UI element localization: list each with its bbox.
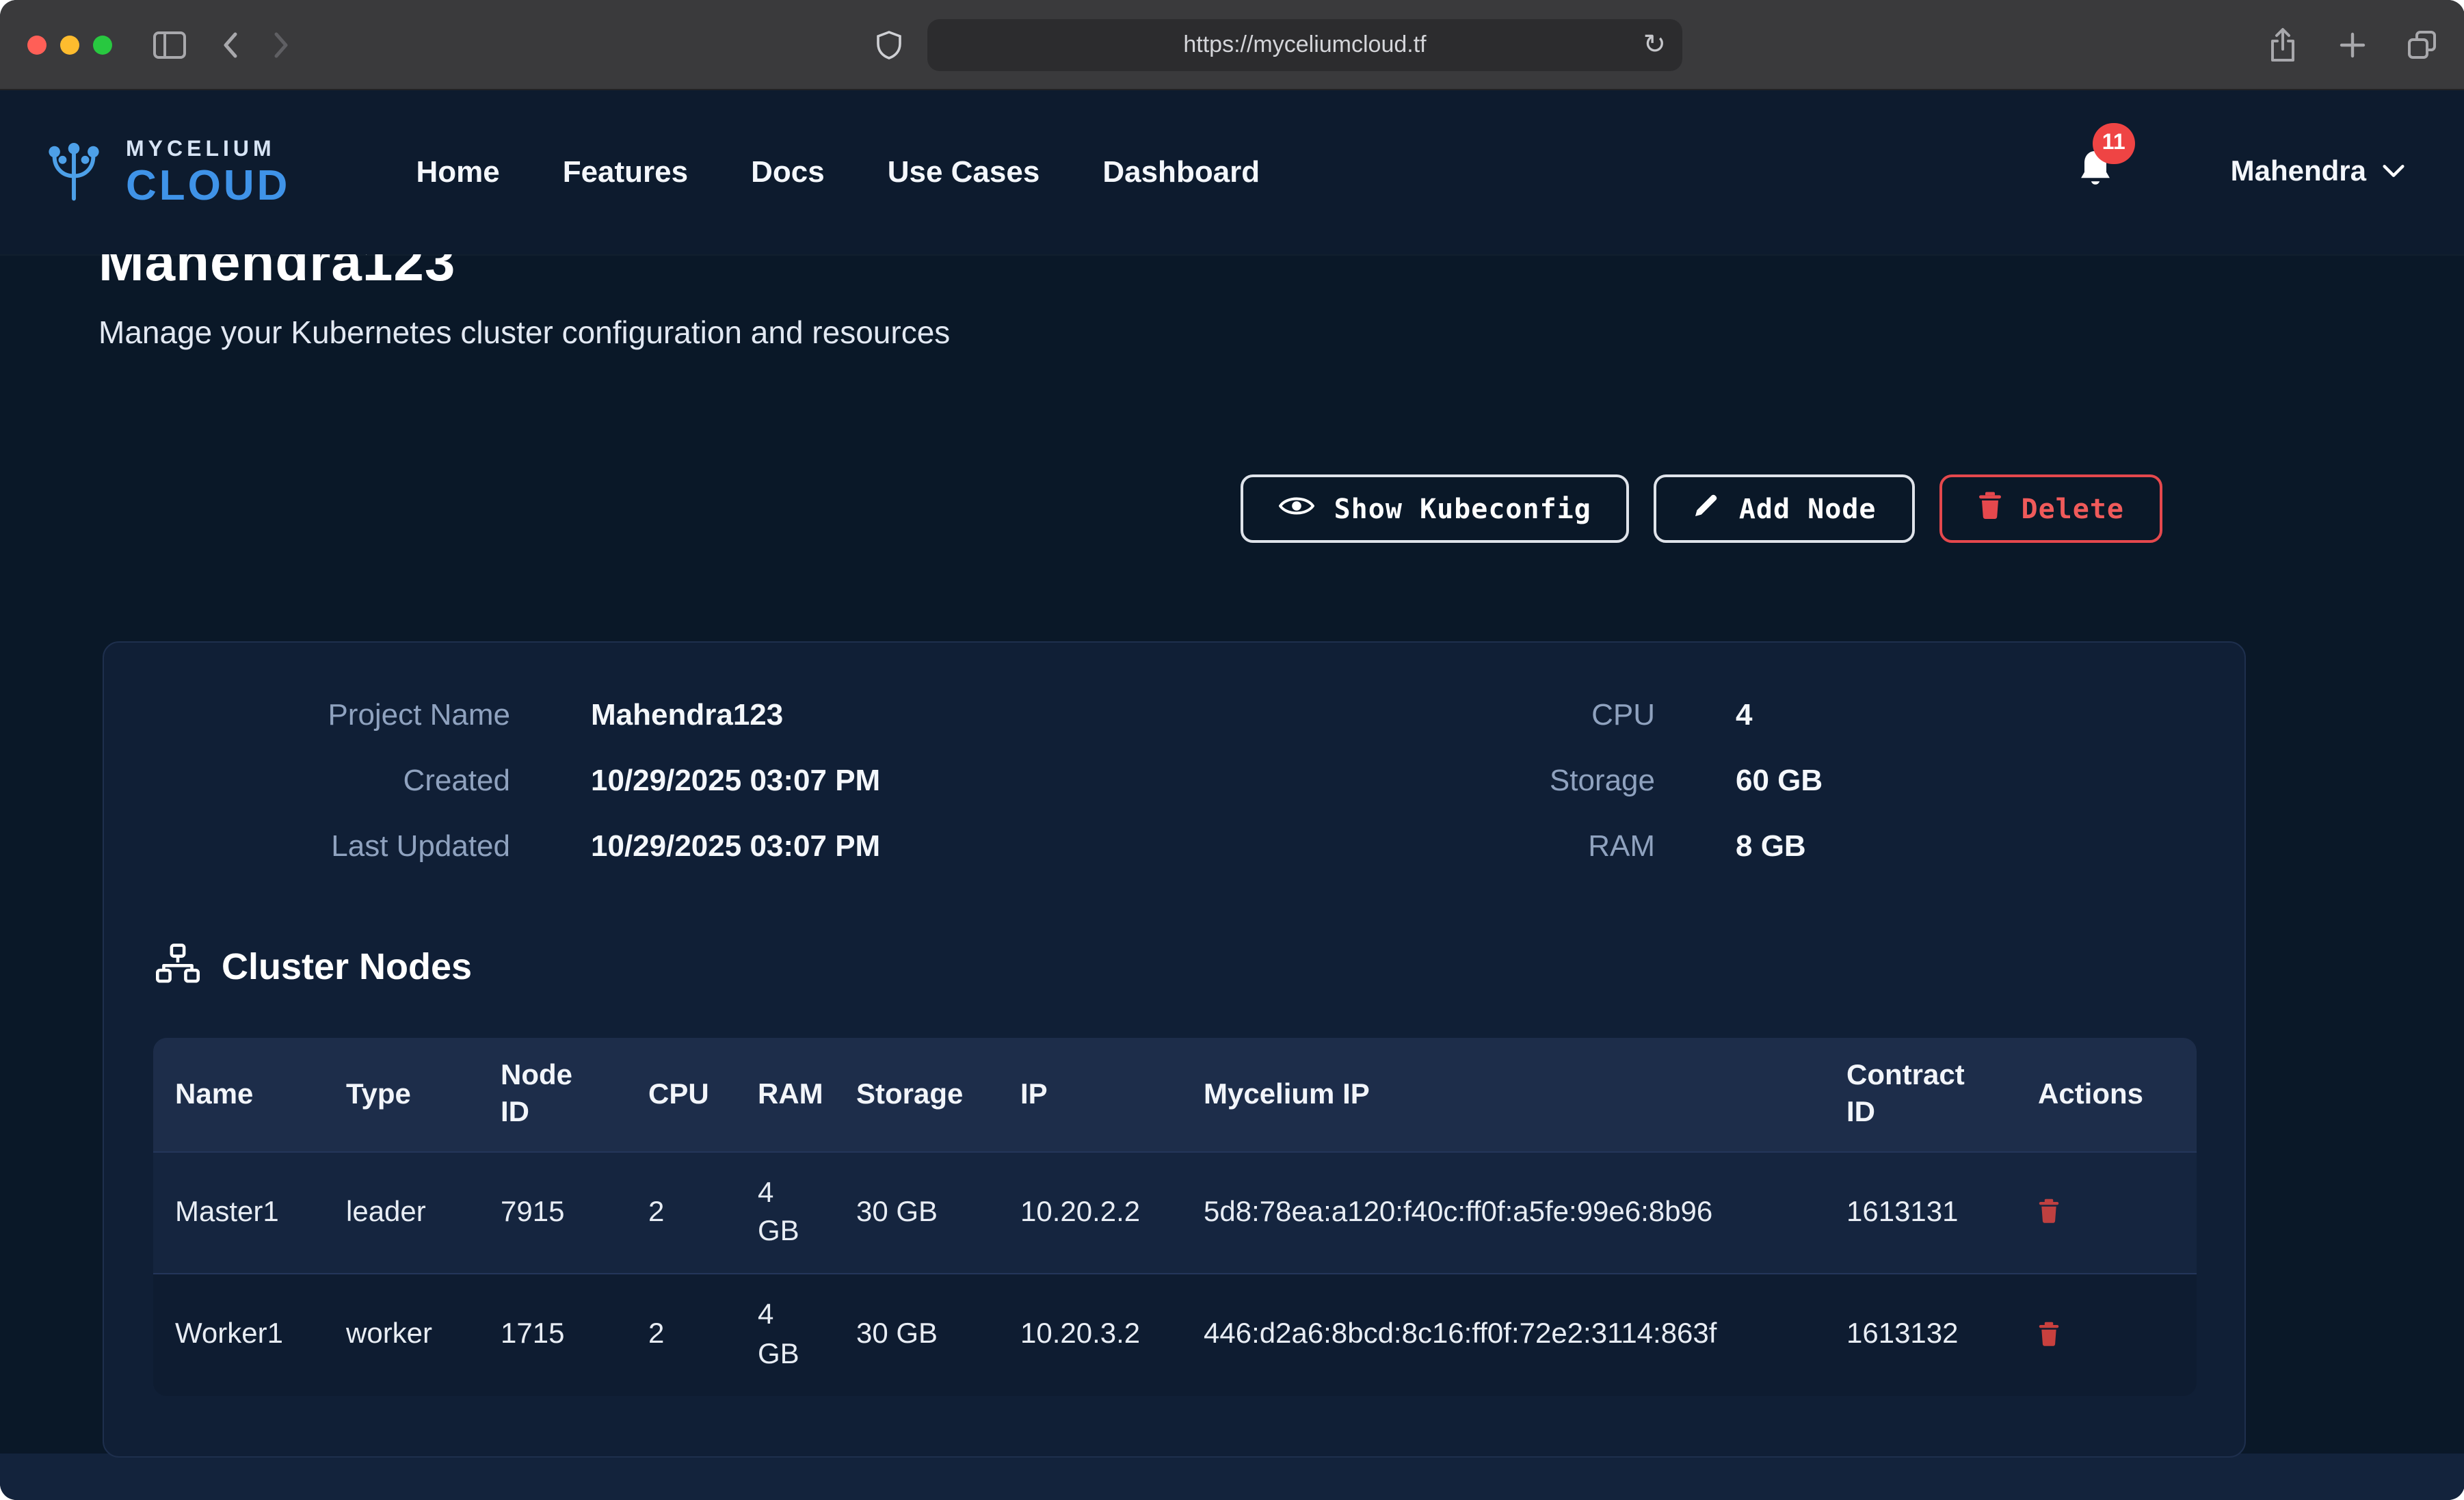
page-footer xyxy=(0,1454,2464,1500)
new-tab-icon[interactable] xyxy=(2339,31,2366,58)
page-subtitle: Manage your Kubernetes cluster configura… xyxy=(98,314,2464,351)
address-bar[interactable]: https://myceliumcloud.tf ↻ xyxy=(927,18,1682,70)
add-node-label: Add Node xyxy=(1739,492,1877,525)
created-value: 10/29/2025 03:07 PM xyxy=(591,763,1302,799)
delete-node-button[interactable] xyxy=(2038,1320,2060,1350)
project-details-card: Project Name Mahendra123 CPU 4 Created 1… xyxy=(103,641,2246,1458)
cluster-nodes-icon xyxy=(156,943,200,991)
ram-label: RAM xyxy=(1383,829,1655,864)
close-window-button[interactable] xyxy=(27,35,47,54)
url-text: https://myceliumcloud.tf xyxy=(1183,31,1426,58)
pencil-icon xyxy=(1693,492,1720,526)
cell-ram: 4 GB xyxy=(736,1274,834,1396)
cluster-nodes-heading: Cluster Nodes xyxy=(156,943,2195,991)
cell-type: leader xyxy=(324,1151,479,1274)
cell-mycelium-ip: 446:d2a6:8bcd:8c16:ff0f:72e2:3114:863f xyxy=(1182,1274,1825,1396)
delete-node-button[interactable] xyxy=(2038,1198,2060,1228)
cpu-value: 4 xyxy=(1736,697,2195,733)
cell-mycelium-ip: 5d8:78ea:a120:f40c:ff0f:a5fe:99e6:8b96 xyxy=(1182,1151,1825,1274)
notifications-button[interactable]: 11 xyxy=(2075,147,2116,198)
mycelium-logo-icon xyxy=(38,136,109,209)
show-kubeconfig-button[interactable]: Show Kubeconfig xyxy=(1241,474,1630,543)
col-type: Type xyxy=(324,1038,479,1151)
col-cpu: CPU xyxy=(626,1038,736,1151)
cell-name: Worker1 xyxy=(153,1274,324,1396)
cell-node-id: 7915 xyxy=(479,1151,626,1274)
nav-item-dashboard[interactable]: Dashboard xyxy=(1102,155,1260,190)
cell-storage: 30 GB xyxy=(834,1274,998,1396)
traffic-lights xyxy=(27,35,112,54)
cell-contract-id: 1613132 xyxy=(1825,1274,2016,1396)
last-updated-label: Last Updated xyxy=(153,829,510,864)
delete-label: Delete xyxy=(2022,492,2125,525)
cluster-actions-toolbar: Show Kubeconfig Add Node Delete xyxy=(0,474,2162,543)
cell-cpu: 2 xyxy=(626,1151,736,1274)
trash-icon xyxy=(2038,1198,2060,1228)
nav-item-features[interactable]: Features xyxy=(563,155,688,190)
add-node-button[interactable]: Add Node xyxy=(1654,474,1915,543)
trash-icon xyxy=(2038,1320,2060,1350)
cell-storage: 30 GB xyxy=(834,1151,998,1274)
eye-icon xyxy=(1280,492,1315,525)
privacy-shield-icon[interactable] xyxy=(875,29,903,59)
minimize-window-button[interactable] xyxy=(60,35,79,54)
delete-cluster-button[interactable]: Delete xyxy=(1939,474,2163,543)
cpu-label: CPU xyxy=(1383,697,1655,733)
col-storage: Storage xyxy=(834,1038,998,1151)
notification-badge: 11 xyxy=(2093,122,2135,163)
cell-ip: 10.20.2.2 xyxy=(998,1151,1182,1274)
site-navbar: MYCELIUM CLOUD Home Features Docs Use Ca… xyxy=(0,90,2464,254)
table-row: Worker1 worker 1715 2 4 GB 30 GB 10.20.3… xyxy=(153,1274,2197,1396)
forward-icon[interactable] xyxy=(274,31,290,58)
nav-item-docs[interactable]: Docs xyxy=(751,155,825,190)
sidebar-toggle-icon[interactable] xyxy=(153,31,186,58)
browser-window: https://myceliumcloud.tf ↻ xyxy=(0,0,2464,1500)
col-node-id: Node ID xyxy=(479,1038,626,1151)
cell-type: worker xyxy=(324,1274,479,1396)
chevron-down-icon xyxy=(2383,160,2405,185)
brand-logo[interactable]: MYCELIUM CLOUD xyxy=(38,136,290,209)
col-mycelium-ip: Mycelium IP xyxy=(1182,1038,1825,1151)
cell-cpu: 2 xyxy=(626,1274,736,1396)
ram-value: 8 GB xyxy=(1736,829,2195,864)
brand-name-top: MYCELIUM xyxy=(126,139,290,161)
main-content: Mahendra123 Manage your Kubernetes clust… xyxy=(0,230,2464,1458)
nav-links: Home Features Docs Use Cases Dashboard xyxy=(416,155,1260,190)
table-row: Master1 leader 7915 2 4 GB 30 GB 10.20.2… xyxy=(153,1151,2197,1274)
user-name: Mahendra xyxy=(2231,156,2366,189)
show-kubeconfig-label: Show Kubeconfig xyxy=(1334,492,1591,525)
last-updated-value: 10/29/2025 03:07 PM xyxy=(591,829,1302,864)
project-name-value: Mahendra123 xyxy=(591,697,1302,733)
zoom-window-button[interactable] xyxy=(93,35,112,54)
created-label: Created xyxy=(153,763,510,799)
storage-value: 60 GB xyxy=(1736,763,2195,799)
tab-overview-icon[interactable] xyxy=(2407,29,2437,59)
col-actions: Actions xyxy=(2016,1038,2197,1151)
trash-icon xyxy=(1978,491,2002,526)
browser-chrome: https://myceliumcloud.tf ↻ xyxy=(0,0,2464,90)
col-contract-id: Contract ID xyxy=(1825,1038,2016,1151)
nodes-table: Name Type Node ID CPU RAM Storage IP Myc… xyxy=(153,1038,2197,1396)
table-header-row: Name Type Node ID CPU RAM Storage IP Myc… xyxy=(153,1038,2197,1151)
user-menu[interactable]: Mahendra xyxy=(2231,156,2405,189)
project-name-label: Project Name xyxy=(153,697,510,733)
nav-item-use-cases[interactable]: Use Cases xyxy=(888,155,1040,190)
cell-name: Master1 xyxy=(153,1151,324,1274)
storage-label: Storage xyxy=(1383,763,1655,799)
bell-icon xyxy=(2075,173,2116,196)
cell-node-id: 1715 xyxy=(479,1274,626,1396)
project-details: Project Name Mahendra123 CPU 4 Created 1… xyxy=(153,697,2195,864)
col-ip: IP xyxy=(998,1038,1182,1151)
col-ram: RAM xyxy=(736,1038,834,1151)
reload-icon[interactable]: ↻ xyxy=(1643,31,1666,58)
cluster-nodes-title: Cluster Nodes xyxy=(222,946,472,989)
share-icon[interactable] xyxy=(2268,27,2298,62)
cell-ram: 4 GB xyxy=(736,1151,834,1274)
cell-ip: 10.20.3.2 xyxy=(998,1274,1182,1396)
cell-contract-id: 1613131 xyxy=(1825,1151,2016,1274)
nav-item-home[interactable]: Home xyxy=(416,155,499,190)
back-icon[interactable] xyxy=(222,31,238,58)
col-name: Name xyxy=(153,1038,324,1151)
brand-name-bottom: CLOUD xyxy=(126,163,290,206)
